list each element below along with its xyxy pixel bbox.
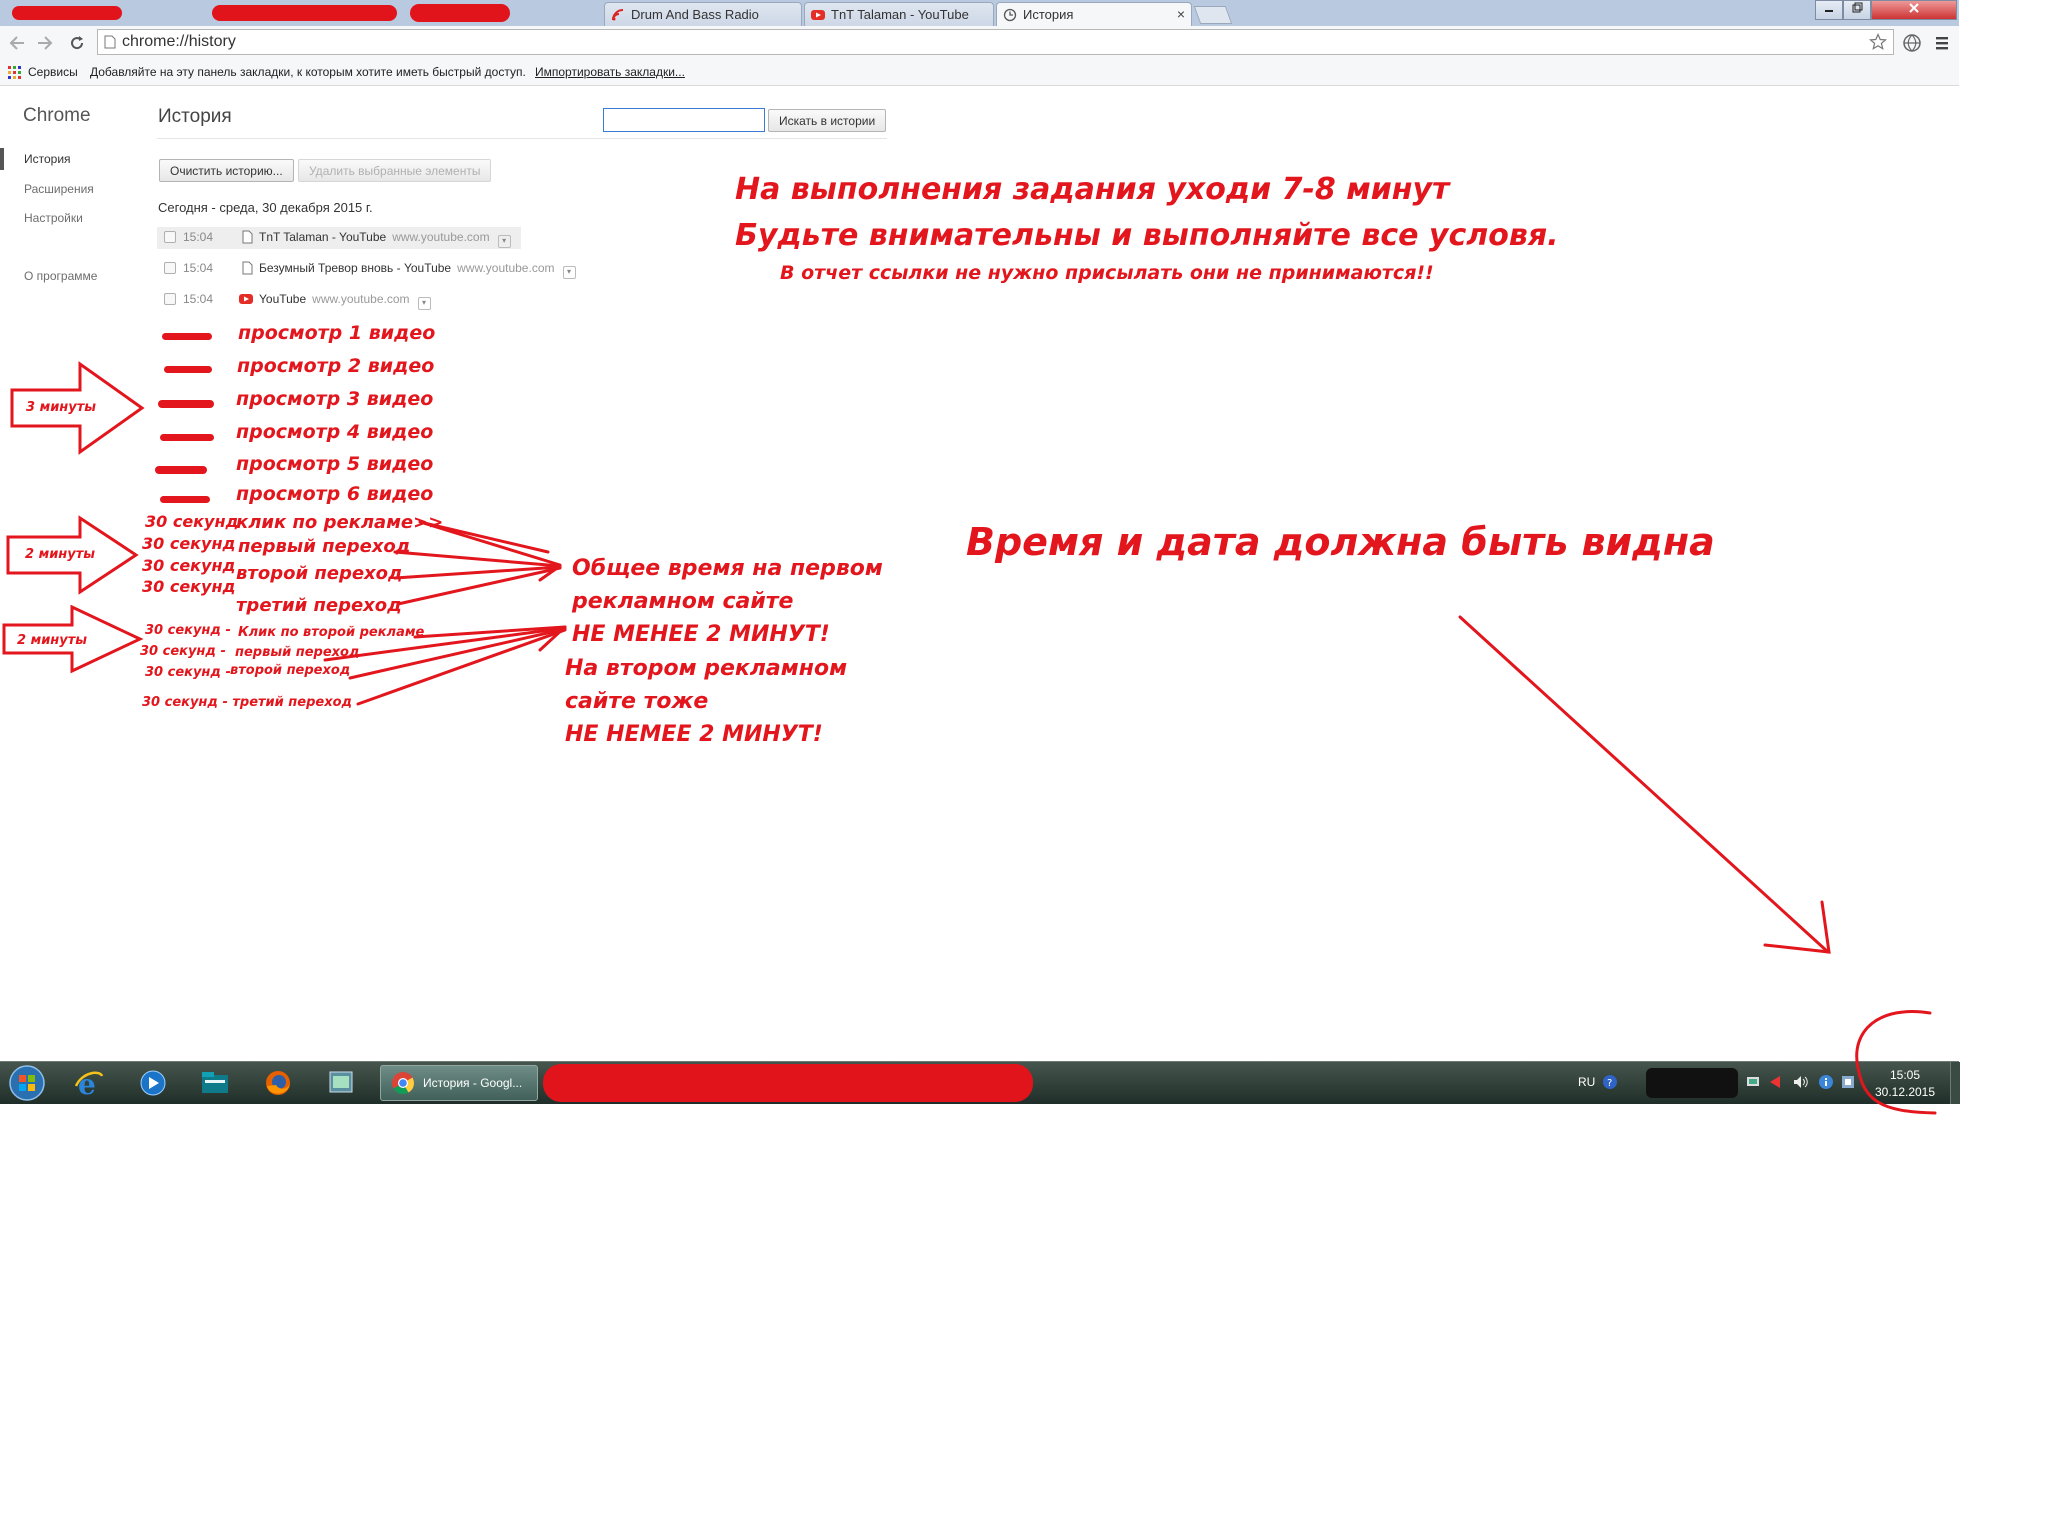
total-time-text: На втором рекламном [565, 656, 848, 681]
datetime-visible-text: Время и дата должна быть видна [966, 520, 1715, 564]
total-time-text: НЕ НЕМЕЕ 2 МИНУТ! [565, 722, 823, 747]
total-time-text: рекламном сайте [572, 589, 794, 614]
total-time-text: НЕ МЕНЕЕ 2 МИНУТ! [572, 622, 830, 647]
total-time-text: сайте тоже [565, 689, 709, 714]
annotation-strokes [323, 520, 1937, 1115]
total-time-text: Общее время на первом [572, 556, 883, 581]
